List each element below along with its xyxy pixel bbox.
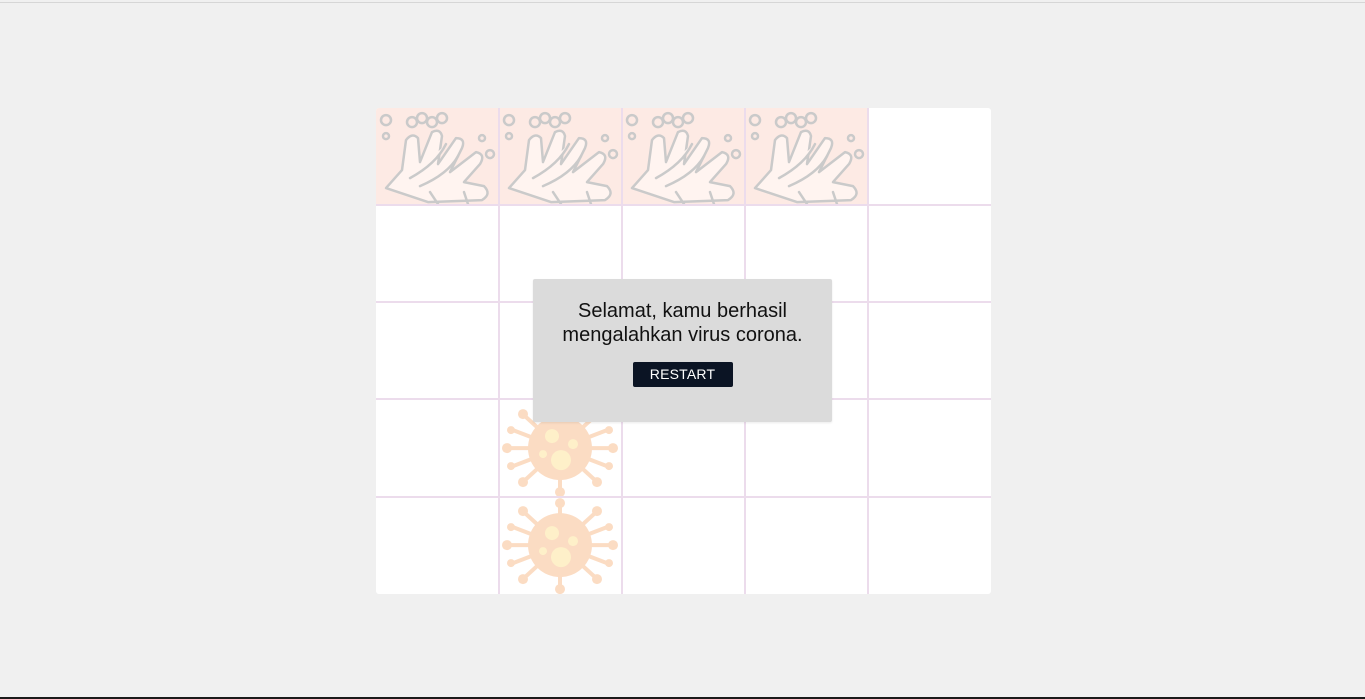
restart-button[interactable]: RESTART [632, 362, 733, 387]
win-dialog: Selamat, kamu berhasil mengalahkan virus… [533, 279, 832, 422]
grid-line [376, 496, 991, 498]
tile-handwash[interactable] [499, 108, 622, 206]
grid-line [376, 204, 991, 206]
handwash-icon [379, 111, 496, 206]
handwash-icon [625, 111, 742, 206]
top-divider [0, 2, 1365, 3]
win-message: Selamat, kamu berhasil mengalahkan virus… [562, 300, 803, 346]
tile-handwash[interactable] [745, 108, 868, 206]
virus-icon [502, 497, 618, 594]
tile-handwash[interactable] [376, 108, 499, 206]
grid-line [867, 108, 869, 594]
tile-virus[interactable] [499, 497, 622, 594]
grid-line [498, 108, 500, 594]
tile-handwash[interactable] [622, 108, 745, 206]
handwash-icon [502, 111, 619, 206]
handwash-icon [748, 111, 865, 206]
